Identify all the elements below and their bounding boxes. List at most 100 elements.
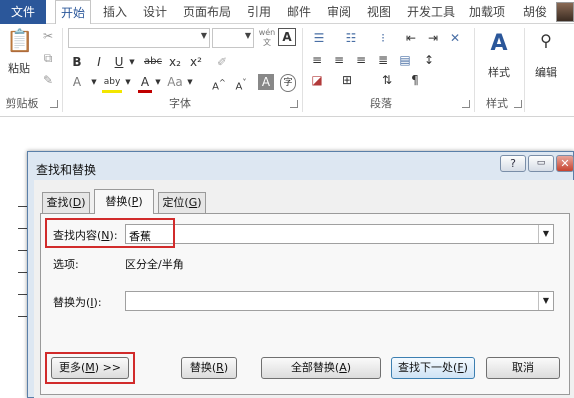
subscript-icon[interactable]: x₂ (167, 54, 183, 70)
tab-design[interactable]: 设计 (138, 0, 172, 24)
line-spacing-icon[interactable]: ↕ (420, 52, 438, 68)
bold-icon[interactable]: B (70, 54, 84, 70)
help-button[interactable]: ? (500, 155, 526, 172)
replace-all-key: A (339, 361, 347, 374)
chinese-layout-icon[interactable]: ✕ (446, 30, 464, 46)
chevron-down-icon[interactable]: ▼ (124, 74, 132, 90)
find-what-input[interactable]: 香蕉 ▼ (125, 224, 554, 244)
clipboard-group-label: 剪贴板 (5, 97, 39, 110)
paragraph-launcher-icon[interactable] (462, 100, 470, 108)
tab-find[interactable]: 查找(D) (42, 192, 90, 213)
tab-insert[interactable]: 插入 (98, 0, 132, 24)
replace-with-input[interactable]: ▼ (125, 291, 554, 311)
numbering-icon[interactable]: ☷ (340, 30, 362, 46)
font-name-combo[interactable]: ▼ (68, 28, 210, 48)
text-effects-icon[interactable]: ✐ (214, 54, 230, 70)
increase-indent-icon[interactable]: ⇥ (424, 30, 442, 46)
tab-replace[interactable]: 替换(P) (94, 189, 154, 214)
enclose-chars-icon[interactable]: 字 (280, 74, 296, 92)
user-avatar[interactable] (556, 2, 574, 22)
tab-review[interactable]: 审阅 (322, 0, 356, 24)
cancel-button[interactable]: 取消 (486, 357, 560, 379)
chevron-down-icon[interactable]: ▼ (90, 74, 98, 90)
find-next-button[interactable]: 查找下一处(F) (391, 357, 475, 379)
tab-goto-text: 定位( (162, 196, 189, 209)
tab-page-layout[interactable]: 页面布局 (178, 0, 236, 24)
format-painter-icon[interactable]: ✎ (40, 72, 56, 88)
underline-icon[interactable]: U (112, 54, 126, 70)
replace-all-button[interactable]: 全部替换(A) (261, 357, 381, 379)
ribbon-tab-bar: 文件 开始 插入 设计 页面布局 引用 邮件 审阅 视图 开发工具 加载项 胡俊 (0, 0, 574, 25)
close-button[interactable]: ✕ (556, 155, 574, 172)
find-binoculars-icon[interactable]: ⚲ (534, 30, 558, 52)
options-value: 区分全/半角 (125, 258, 184, 271)
editing-label[interactable]: 编辑 (530, 64, 562, 80)
char-shading-icon[interactable]: A (258, 74, 274, 90)
options-label: 选项: (53, 258, 79, 271)
chevron-down-icon: ▼ (200, 31, 207, 40)
char-border-icon[interactable]: A (278, 28, 296, 46)
grow-font-icon[interactable]: A^ (210, 74, 228, 95)
clipboard-launcher-icon[interactable] (50, 100, 58, 108)
tab-find-end: ) (81, 196, 86, 209)
find-next-end: ) (463, 361, 468, 374)
styles-launcher-icon[interactable] (514, 100, 522, 108)
chevron-down-icon[interactable]: ▼ (154, 74, 162, 90)
minimize-button[interactable]: ▭ (528, 155, 554, 172)
shrink-font-icon[interactable]: A˅ (232, 74, 250, 95)
bullets-icon[interactable]: ☰ (308, 30, 330, 46)
justify-icon[interactable]: ≣ (374, 52, 392, 68)
replace-all-text: 全部替换( (290, 361, 340, 374)
replace-button[interactable]: 替换(R) (181, 357, 237, 379)
copy-icon[interactable]: ⧉ (40, 50, 56, 66)
dialog-body: 查找(D) 替换(P) 定位(G) 查找内容(N): 香蕉 ▼ 选项: 区分全/… (34, 180, 574, 398)
tab-mailings[interactable]: 邮件 (282, 0, 316, 24)
styles-label[interactable]: 样式 (482, 64, 516, 80)
chevron-down-icon[interactable]: ▼ (128, 54, 136, 70)
font-size-combo[interactable]: ▼ (212, 28, 254, 48)
font-launcher-icon[interactable] (290, 100, 298, 108)
font-group-label: 字体 (169, 97, 191, 110)
tab-view[interactable]: 视图 (362, 0, 396, 24)
sort-icon[interactable]: ⇅ (376, 72, 398, 88)
align-right-icon[interactable]: ≡ (352, 52, 370, 68)
more-highlight-box (45, 352, 135, 384)
chevron-down-icon[interactable]: ▼ (538, 292, 553, 310)
align-center-icon[interactable]: ≡ (330, 52, 348, 68)
chevron-down-icon[interactable]: ▼ (538, 225, 553, 243)
change-case-icon[interactable]: Aa (166, 74, 184, 90)
font-color-icon[interactable]: A (138, 74, 152, 93)
strikethrough-icon[interactable]: abc (143, 54, 163, 70)
distributed-icon[interactable]: ▤ (396, 52, 414, 68)
ribbon: 📋 粘贴 ✂ ⧉ ✎ 剪贴板 ▼ ▼ wén 文 A B I U ▼ abc x₂… (0, 24, 574, 117)
paste-label[interactable]: 粘贴 (4, 60, 34, 76)
tab-file[interactable]: 文件 (0, 0, 46, 24)
highlight-icon[interactable]: aby (102, 74, 122, 93)
text-effect-icon[interactable]: A (70, 74, 84, 90)
superscript-icon[interactable]: x² (188, 54, 204, 70)
tab-goto[interactable]: 定位(G) (158, 192, 206, 213)
multilevel-list-icon[interactable]: ⁝ (372, 30, 394, 46)
phonetic-guide-icon[interactable]: wén 文 (258, 28, 276, 48)
tab-add-ins[interactable]: 加载项 (464, 0, 510, 24)
tab-user-account[interactable]: 胡俊 (516, 0, 554, 24)
paste-icon[interactable]: 📋 (6, 28, 33, 56)
tab-find-key: D (72, 196, 82, 209)
styles-icon[interactable]: A (484, 30, 514, 58)
shading-icon[interactable]: ◪ (308, 72, 326, 88)
tab-home[interactable]: 开始 (55, 0, 91, 25)
tab-references[interactable]: 引用 (242, 0, 276, 24)
chevron-down-icon[interactable]: ▼ (186, 74, 194, 90)
tab-find-text: 查找( (46, 196, 73, 209)
replace-label-end: ): (93, 296, 102, 309)
show-marks-icon[interactable]: ¶ (404, 72, 426, 88)
borders-icon[interactable]: ⊞ (338, 72, 356, 88)
tab-replace-text: 替换( (105, 195, 132, 208)
tab-developer[interactable]: 开发工具 (403, 0, 459, 24)
align-left-icon[interactable]: ≡ (308, 52, 326, 68)
decrease-indent-icon[interactable]: ⇤ (402, 30, 420, 46)
tab-goto-key: G (188, 196, 198, 209)
cut-icon[interactable]: ✂ (40, 28, 56, 44)
replace-with-label: 替换为(I): (53, 294, 102, 310)
italic-icon[interactable]: I (92, 54, 106, 70)
